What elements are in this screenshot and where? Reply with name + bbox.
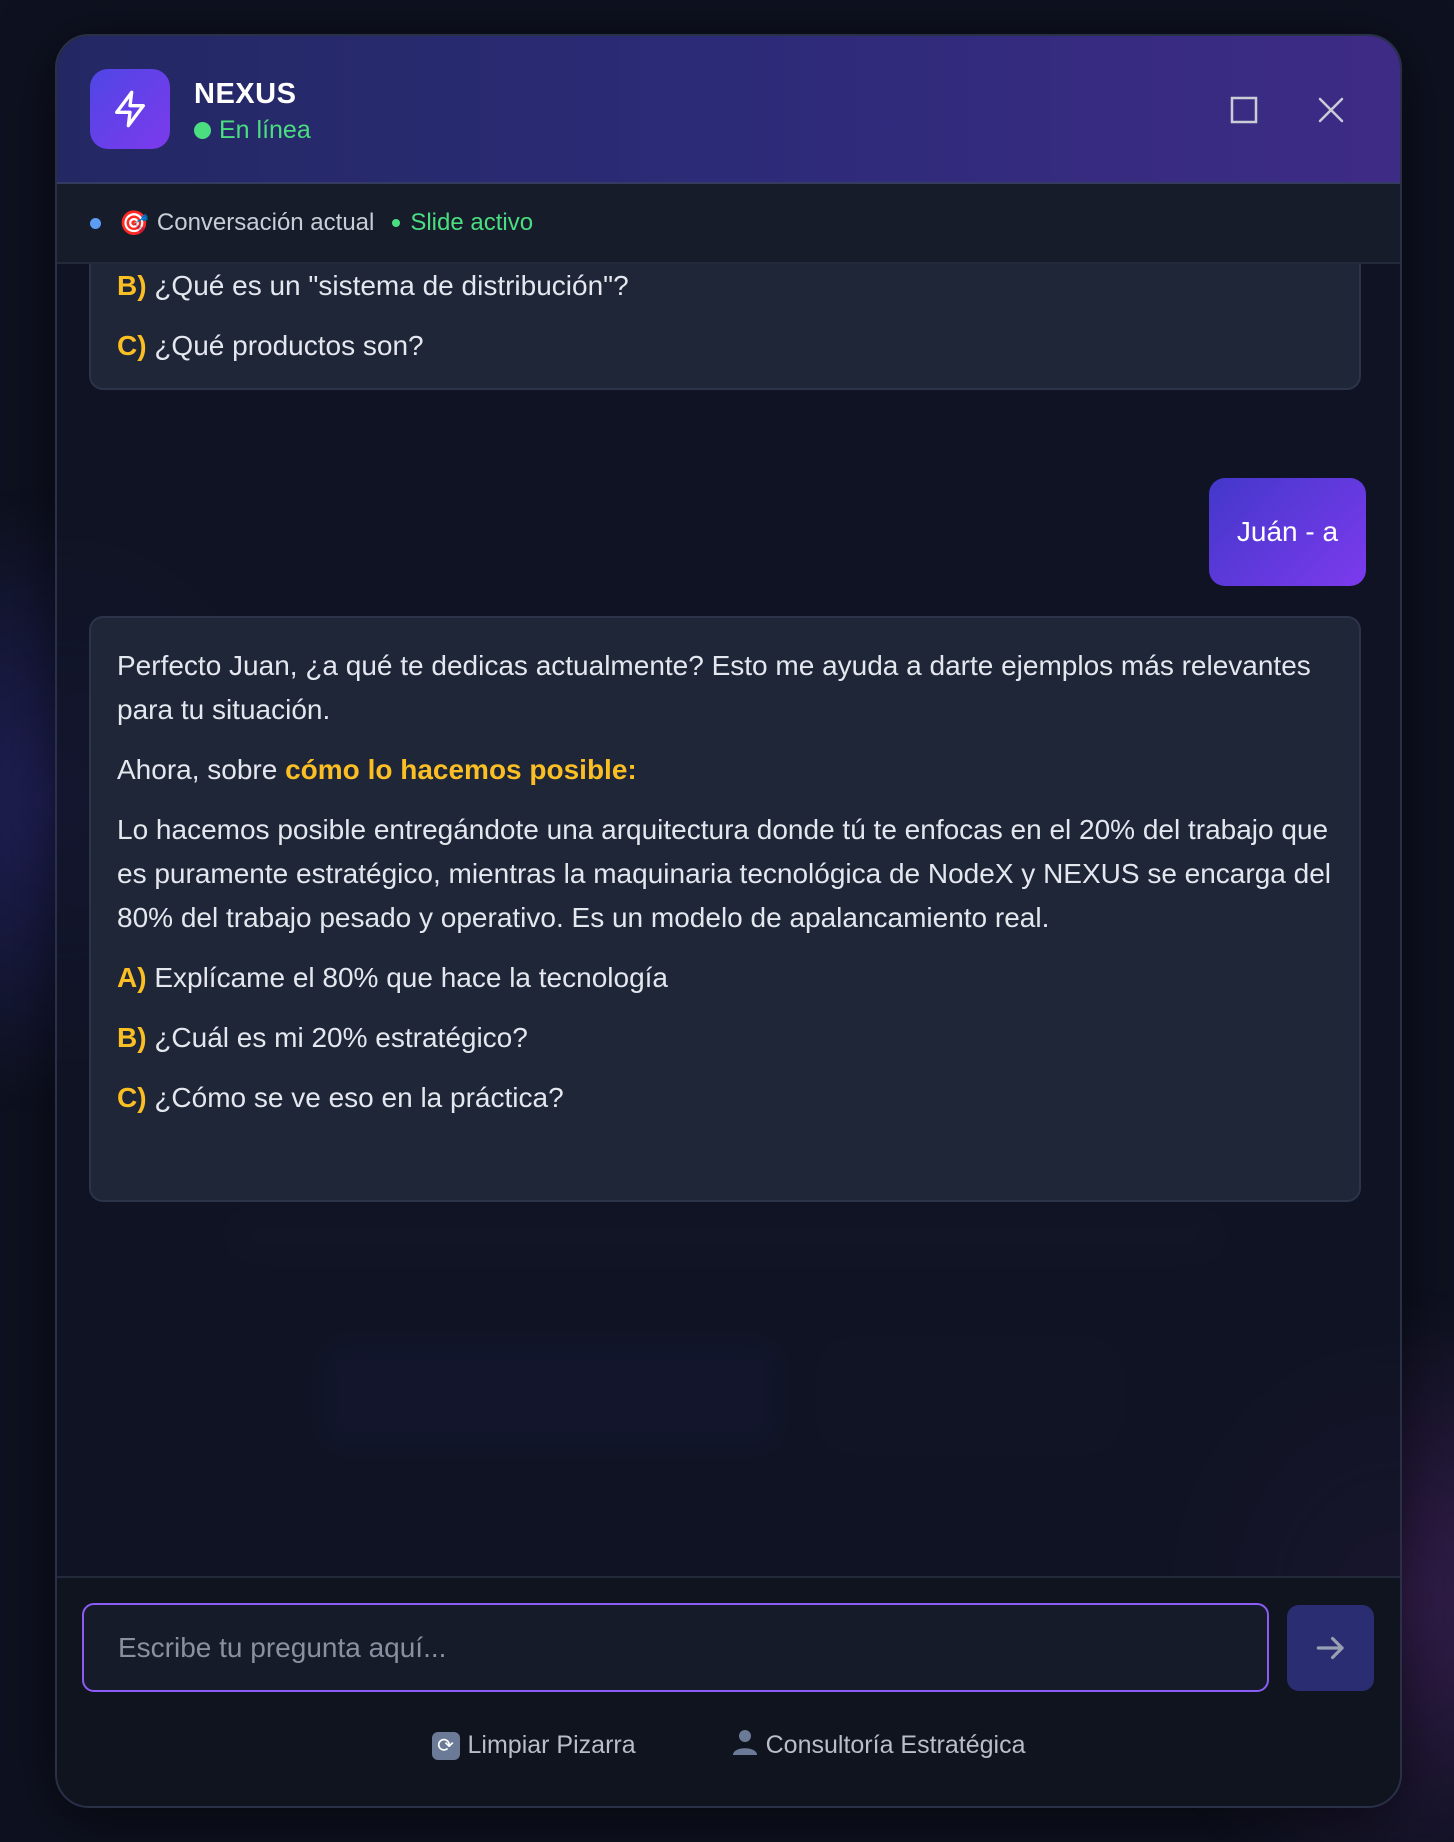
clear-board-button[interactable]: ⟳ Limpiar Pizarra (431, 1728, 636, 1763)
option-item[interactable]: A) Explícame el 80% que hace la tecnolog… (117, 956, 1333, 1000)
option-item[interactable]: C) ¿Cómo se ve eso en la práctica? (117, 1076, 1333, 1120)
message-paragraph: Lo hacemos posible entregándote una arqu… (117, 814, 1331, 933)
chat-header: NEXUS En línea (57, 36, 1400, 184)
status-dot-icon (194, 122, 211, 139)
option-letter: C) (117, 1082, 147, 1113)
message-paragraph: Perfecto Juan, ¿a qué te dedicas actualm… (117, 650, 1311, 725)
composer: ⟳ Limpiar Pizarra Consultoría Estratégic… (57, 1576, 1400, 1806)
strategic-consulting-label: Consultoría Estratégica (765, 1731, 1026, 1759)
option-item[interactable]: C) ¿Qué productos son? (117, 324, 1333, 368)
option-text: Explícame el 80% que hace la tecnología (154, 962, 668, 993)
status-label: En línea (219, 116, 311, 144)
option-text: ¿Qué productos son? (154, 330, 424, 361)
context-bar: 🎯 Conversación actual Slide activo (57, 184, 1400, 264)
close-button[interactable] (1305, 84, 1357, 136)
strategic-consulting-button[interactable]: Consultoría Estratégica (732, 1728, 1026, 1763)
option-text: ¿Cuál es mi 20% estratégico? (154, 1022, 528, 1053)
option-text: ¿Qué es un "sistema de distribución"? (154, 270, 629, 301)
chat-window: NEXUS En línea 🎯 Conversación actual Sli… (55, 34, 1402, 1808)
option-text: ¿Cómo se ve eso en la práctica? (154, 1082, 564, 1113)
online-status: En línea (194, 116, 311, 145)
maximize-icon (1230, 96, 1258, 124)
highlighted-text: cómo lo hacemos posible: (285, 754, 637, 785)
option-letter: A) (117, 962, 147, 993)
message-input[interactable] (116, 1630, 1267, 1665)
target-icon: 🎯 (119, 209, 149, 237)
option-letter: B) (117, 1022, 147, 1053)
clear-board-label: Limpiar Pizarra (467, 1731, 636, 1759)
option-letter: C) (117, 330, 147, 361)
user-message: Juán - a (1209, 478, 1366, 586)
message-list[interactable]: B) ¿Qué es un "sistema de distribución"?… (57, 264, 1400, 1609)
send-button[interactable] (1287, 1605, 1374, 1691)
option-item[interactable]: B) ¿Cuál es mi 20% estratégico? (117, 1016, 1333, 1060)
refresh-icon: ⟳ (431, 1731, 460, 1760)
active-dot-icon (392, 219, 401, 227)
message-text: Ahora, sobre (117, 754, 286, 785)
lightning-icon (90, 69, 170, 149)
footer-actions: ⟳ Limpiar Pizarra Consultoría Estratégic… (57, 1728, 1400, 1763)
context-dot-icon (90, 217, 101, 229)
context-label: Conversación actual (156, 209, 375, 236)
assistant-message: Perfecto Juan, ¿a qué te dedicas actualm… (89, 616, 1361, 1202)
message-input-wrapper[interactable] (82, 1603, 1269, 1692)
arrow-right-icon (1316, 1636, 1344, 1660)
assistant-message: B) ¿Qué es un "sistema de distribución"?… (89, 264, 1361, 390)
close-icon (1318, 97, 1344, 123)
option-letter: B) (117, 270, 147, 301)
app-title: NEXUS (194, 78, 297, 110)
option-item[interactable]: B) ¿Qué es un "sistema de distribución"? (117, 264, 1333, 308)
user-icon (732, 1728, 758, 1763)
message-paragraph: Ahora, sobre cómo lo hacemos posible: (117, 748, 1333, 792)
slide-active-label: Slide activo (410, 209, 534, 236)
maximize-button[interactable] (1218, 84, 1270, 136)
user-message-text: Juán - a (1236, 516, 1339, 547)
